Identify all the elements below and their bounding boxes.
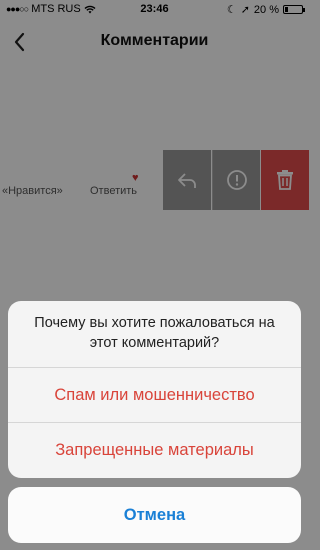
prohibited-content-option[interactable]: Запрещенные материалы [8,423,301,478]
spam-option[interactable]: Спам или мошенничество [8,368,301,423]
action-sheet: Почему вы хотите пожаловаться на этот ко… [8,301,301,478]
cancel-button[interactable]: Отмена [8,487,301,543]
action-sheet-message: Почему вы хотите пожаловаться на этот ко… [8,301,301,368]
